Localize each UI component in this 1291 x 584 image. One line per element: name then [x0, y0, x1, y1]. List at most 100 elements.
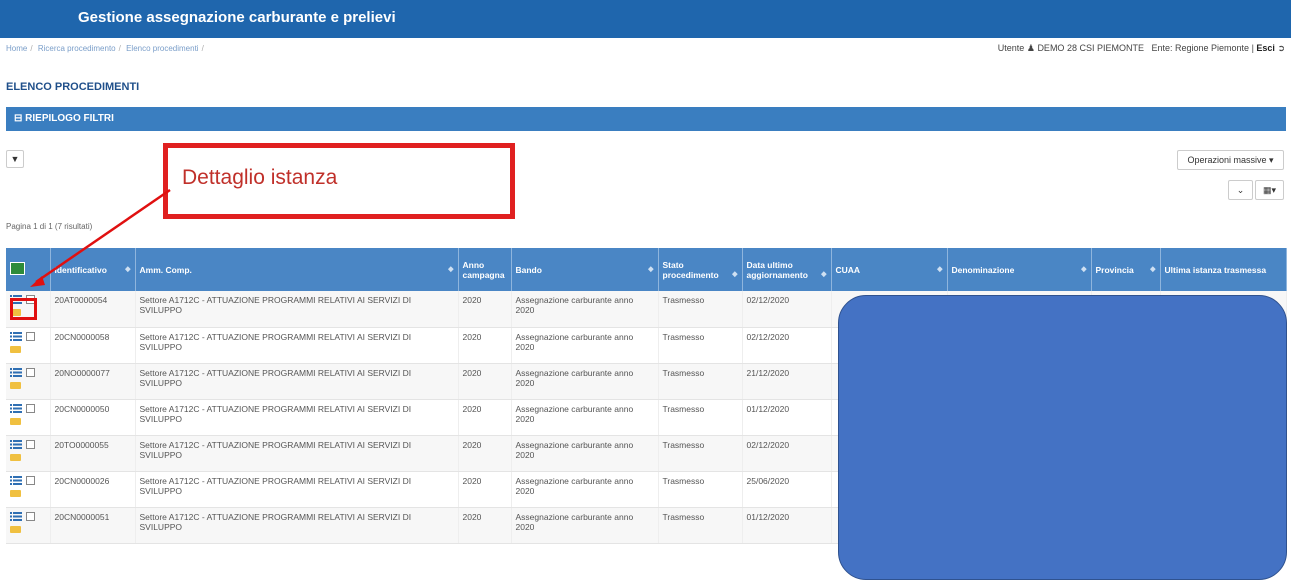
cell-bando: Assegnazione carburante anno 2020	[511, 327, 659, 364]
mass-operations-label: Operazioni massive	[1187, 155, 1267, 165]
row-actions	[6, 507, 51, 544]
row-actions	[6, 471, 51, 508]
ente-name: Regione Piemonte	[1175, 43, 1250, 53]
row-actions	[6, 327, 51, 364]
col-denominazione[interactable]: Denominazione ◆	[947, 248, 1092, 291]
cell-identificativo: 20TO0000055	[50, 435, 136, 472]
cell-stato: Trasmesso	[658, 435, 743, 472]
cell-data: 25/06/2020	[742, 471, 832, 508]
col-amm-comp[interactable]: Amm. Comp. ◆	[135, 248, 459, 291]
folder-icon[interactable]	[10, 453, 21, 461]
row-actions	[6, 363, 51, 400]
cell-bando: Assegnazione carburante anno 2020	[511, 507, 659, 544]
col-anno-campagna[interactable]: Anno campagna	[458, 248, 512, 291]
cell-stato: Trasmesso	[658, 363, 743, 400]
cell-anno: 2020	[458, 507, 512, 544]
cell-data: 01/12/2020	[742, 399, 832, 436]
cell-identificativo: 20CN0000050	[50, 399, 136, 436]
col-bando[interactable]: Bando ◆	[511, 248, 659, 291]
expand-button[interactable]: ⌄	[1228, 180, 1253, 200]
row-checkbox[interactable]	[26, 511, 35, 521]
detail-list-icon[interactable]	[10, 439, 22, 449]
mass-operations-button[interactable]: Operazioni massive ▾	[1177, 150, 1284, 170]
user-label: Utente	[997, 43, 1025, 53]
cell-stato: Trasmesso	[658, 291, 743, 328]
chevron-down-icon: ⌄	[1236, 185, 1245, 195]
cell-bando: Assegnazione carburante anno 2020	[511, 291, 659, 328]
detail-list-icon[interactable]	[10, 331, 22, 341]
cell-data: 02/12/2020	[742, 327, 832, 364]
folder-icon[interactable]	[10, 525, 21, 533]
detail-icon-highlight	[10, 298, 37, 320]
row-checkbox[interactable]	[26, 403, 35, 413]
detail-list-icon[interactable]	[10, 511, 22, 521]
col-ultima-istanza[interactable]: Ultima istanza trasmessa	[1160, 248, 1287, 291]
app-header: Gestione assegnazione carburante e preli…	[0, 0, 1291, 38]
user-icon: ♟	[1026, 43, 1035, 53]
filter-button[interactable]: ▼	[6, 150, 24, 168]
collapse-icon: ⊟	[14, 113, 23, 124]
breadcrumb-elenco[interactable]: Elenco procedimenti	[126, 44, 198, 53]
logout-link[interactable]: Esci	[1256, 43, 1275, 53]
callout-box: Dettaglio istanza	[163, 143, 515, 219]
folder-icon[interactable]	[10, 345, 21, 353]
user-name: DEMO 28 CSI PIEMONTE	[1037, 43, 1144, 53]
row-checkbox[interactable]	[26, 475, 35, 485]
app-title: Gestione assegnazione carburante e preli…	[78, 9, 396, 26]
user-info: Utente ♟ DEMO 28 CSI PIEMONTE Ente: Regi…	[997, 43, 1285, 53]
detail-list-icon[interactable]	[10, 403, 22, 413]
col-data-aggiornamento[interactable]: Data ultimo aggiornamento ◆	[742, 248, 832, 291]
excel-icon[interactable]	[10, 262, 25, 275]
cell-data: 02/12/2020	[742, 291, 832, 328]
cell-bando: Assegnazione carburante anno 2020	[511, 399, 659, 436]
row-actions	[6, 435, 51, 472]
cell-identificativo: 20CN0000058	[50, 327, 136, 364]
cell-anno: 2020	[458, 471, 512, 508]
folder-icon[interactable]	[10, 417, 21, 425]
row-actions	[6, 399, 51, 436]
cell-amm-comp: Settore A1712C - ATTUAZIONE PROGRAMMI RE…	[135, 327, 459, 364]
cell-amm-comp: Settore A1712C - ATTUAZIONE PROGRAMMI RE…	[135, 435, 459, 472]
cell-stato: Trasmesso	[658, 471, 743, 508]
callout-text: Dettaglio istanza	[182, 166, 338, 189]
cell-anno: 2020	[458, 327, 512, 364]
cell-amm-comp: Settore A1712C - ATTUAZIONE PROGRAMMI RE…	[135, 471, 459, 508]
cell-amm-comp: Settore A1712C - ATTUAZIONE PROGRAMMI RE…	[135, 363, 459, 400]
cell-stato: Trasmesso	[658, 327, 743, 364]
cell-amm-comp: Settore A1712C - ATTUAZIONE PROGRAMMI RE…	[135, 507, 459, 544]
row-checkbox[interactable]	[26, 367, 35, 377]
cell-identificativo: 20CN0000026	[50, 471, 136, 508]
breadcrumb-home[interactable]: Home	[6, 44, 27, 53]
detail-list-icon[interactable]	[10, 475, 22, 485]
columns-button[interactable]: ▦▾	[1255, 180, 1284, 200]
cell-data: 21/12/2020	[742, 363, 832, 400]
cell-stato: Trasmesso	[658, 399, 743, 436]
cell-identificativo: 20NO0000077	[50, 363, 136, 400]
col-stato[interactable]: Stato procedimento ◆	[658, 248, 743, 291]
filter-summary-label: RIEPILOGO FILTRI	[25, 113, 114, 124]
breadcrumb: Home / Ricerca procedimento / Elenco proce…	[6, 44, 204, 53]
cell-bando: Assegnazione carburante anno 2020	[511, 471, 659, 508]
filter-summary-bar[interactable]: ⊟ RIEPILOGO FILTRI	[6, 107, 1286, 131]
folder-icon[interactable]	[10, 489, 21, 497]
columns-icon: ▦	[1262, 185, 1272, 195]
cell-bando: Assegnazione carburante anno 2020	[511, 435, 659, 472]
pagination-info: Pagina 1 di 1 (7 risultati)	[6, 222, 93, 231]
cell-data: 02/12/2020	[742, 435, 832, 472]
export-excel-header[interactable]	[6, 248, 51, 291]
row-checkbox[interactable]	[26, 331, 35, 341]
col-provincia[interactable]: Provincia ◆	[1091, 248, 1161, 291]
logout-icon[interactable]: ➲	[1277, 43, 1285, 53]
detail-list-icon[interactable]	[10, 367, 22, 377]
breadcrumb-ricerca[interactable]: Ricerca procedimento	[38, 44, 116, 53]
col-identificativo[interactable]: Identificativo ◆	[50, 248, 136, 291]
cell-anno: 2020	[458, 291, 512, 328]
folder-icon[interactable]	[10, 381, 21, 389]
row-checkbox[interactable]	[26, 439, 35, 449]
cell-anno: 2020	[458, 435, 512, 472]
col-cuaa[interactable]: CUAA ◆	[831, 248, 948, 291]
cell-amm-comp: Settore A1712C - ATTUAZIONE PROGRAMMI RE…	[135, 291, 459, 328]
ente-label: Ente:	[1151, 43, 1173, 53]
redaction-box	[838, 295, 1287, 580]
cell-anno: 2020	[458, 363, 512, 400]
